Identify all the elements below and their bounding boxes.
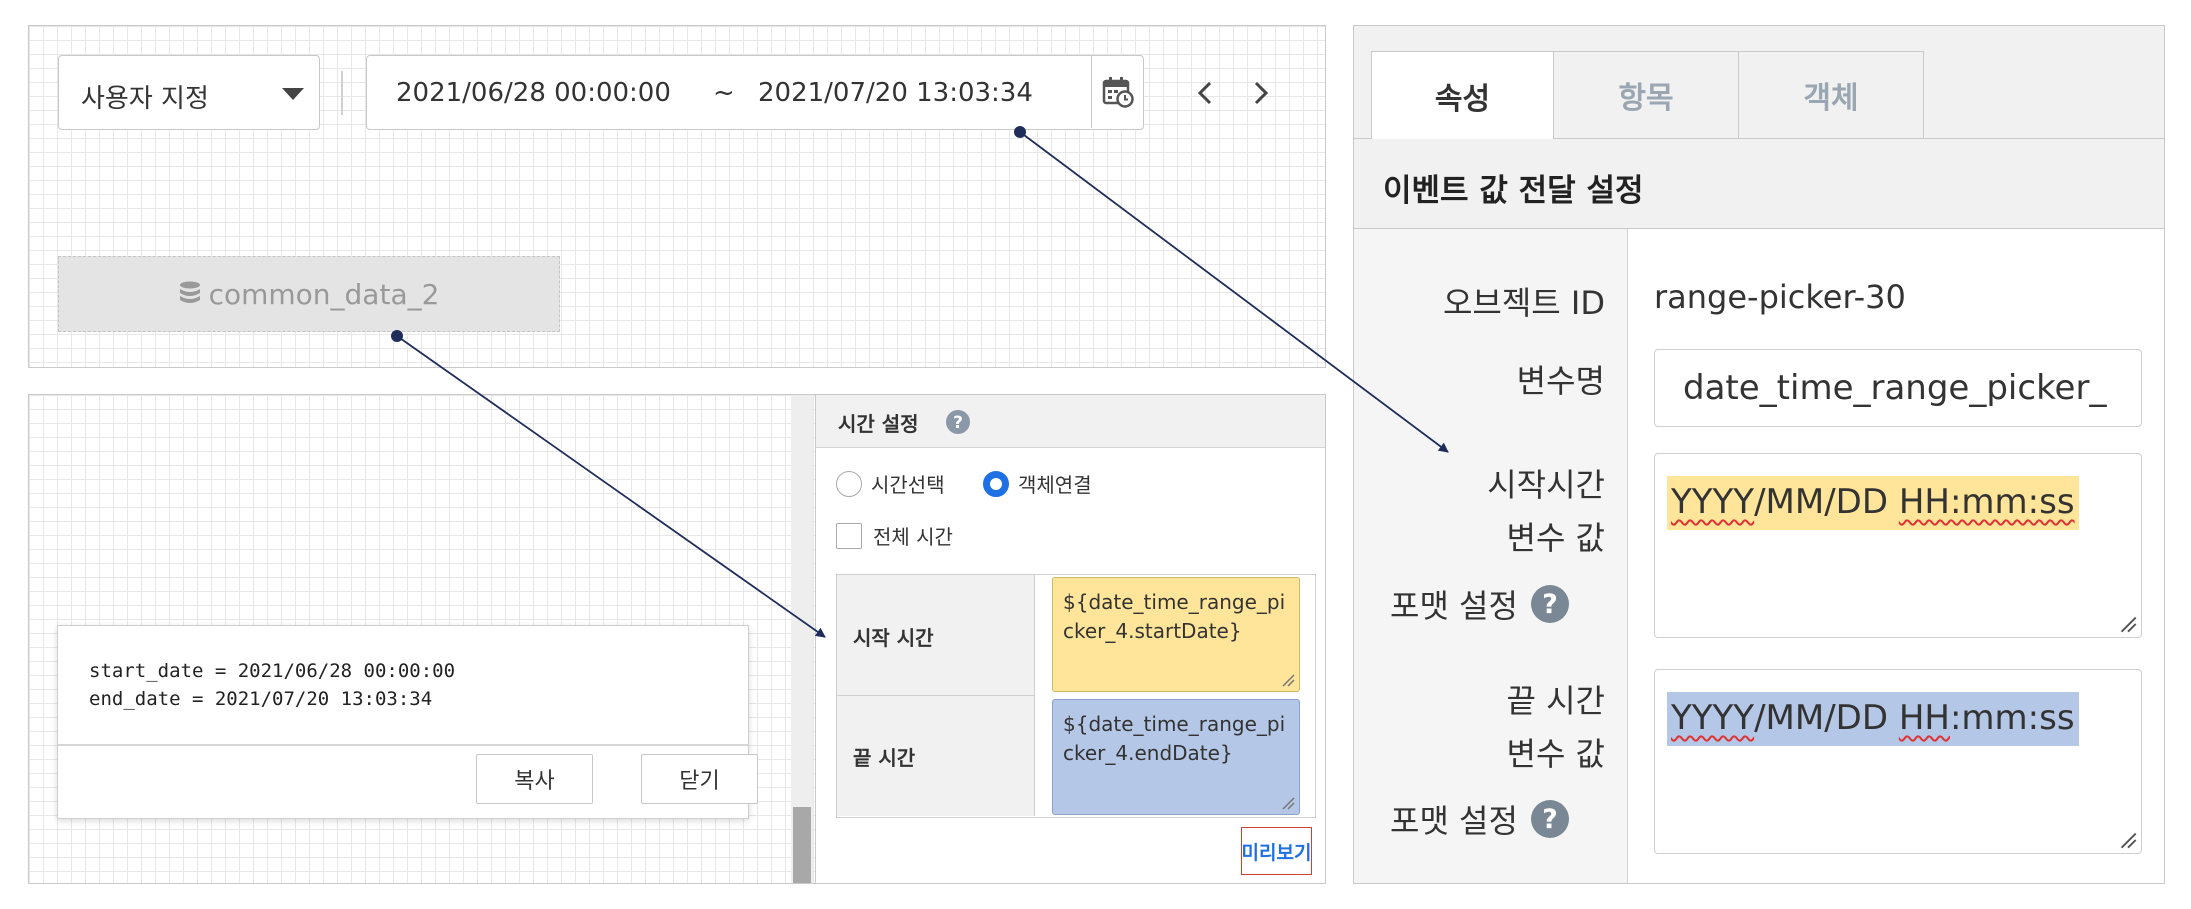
tab-items-label: 항목 bbox=[1618, 81, 1674, 116]
preview-line-end: end_date = 2021/07/20 13:03:34 bbox=[89, 688, 433, 710]
preview-output: start_date = 2021/06/28 00:00:00 end_dat… bbox=[89, 657, 455, 713]
start-time-value: ${date_time_range_picker_4.startDate} bbox=[1063, 590, 1286, 643]
properties-panel: 속성 항목 객체 이벤트 값 전달 설정 오브젝트 ID range-picke… bbox=[1353, 25, 2165, 884]
end-format-textarea[interactable]: YYYY/MM/DD HH:mm:ss bbox=[1654, 669, 2142, 854]
database-icon bbox=[179, 281, 201, 307]
toolbar-divider bbox=[341, 71, 343, 115]
tab-objects-label: 객체 bbox=[1803, 81, 1859, 116]
canvas-top: 사용자 지정 2021/06/28 00:00:00 ~ 2021/07/20 … bbox=[28, 25, 1326, 368]
data-source-node[interactable]: common_data_2 bbox=[58, 256, 560, 332]
variable-name-input[interactable]: date_time_range_picker_ bbox=[1654, 349, 2142, 427]
dialog-divider bbox=[58, 744, 748, 746]
range-start-text: 2021/06/28 00:00:00 bbox=[396, 78, 671, 108]
next-range-icon[interactable] bbox=[1253, 81, 1269, 105]
start-format-label-row: 포맷 설정 ? bbox=[1390, 581, 1570, 627]
scrollbar-thumb[interactable] bbox=[793, 807, 811, 883]
time-settings-title: 시간 설정 bbox=[838, 412, 919, 436]
preview-line-start: start_date = 2021/06/28 00:00:00 bbox=[89, 660, 456, 682]
end-time-label-cell: 끝 시간 bbox=[837, 696, 1035, 816]
data-source-label: common_data_2 bbox=[208, 277, 440, 311]
help-icon[interactable]: ? bbox=[945, 409, 971, 435]
end-time-textarea[interactable]: ${date_time_range_picker_4.endDate} bbox=[1052, 699, 1300, 815]
section-title: 이벤트 값 전달 설정 bbox=[1383, 173, 1644, 209]
help-icon[interactable]: ? bbox=[1530, 584, 1570, 624]
radio-time-select-label: 시간선택 bbox=[871, 473, 945, 497]
range-end-text: 2021/07/20 13:03:34 bbox=[758, 78, 1033, 108]
variable-name-value: date_time_range_picker_ bbox=[1683, 368, 2107, 408]
end-time-value: ${date_time_range_picker_4.endDate} bbox=[1063, 712, 1286, 765]
checkbox-icon bbox=[836, 522, 862, 549]
preview-button[interactable]: 미리보기 bbox=[1241, 827, 1312, 875]
preview-dialog: start_date = 2021/06/28 00:00:00 end_dat… bbox=[57, 625, 758, 819]
tab-properties[interactable]: 속성 bbox=[1371, 51, 1554, 140]
svg-text:?: ? bbox=[1542, 589, 1558, 620]
variable-name-label: 변수명 bbox=[1516, 362, 1605, 400]
section-header: 이벤트 값 전달 설정 bbox=[1354, 139, 2164, 229]
end-format-value: YYYY/MM/DD HH:mm:ss bbox=[1667, 692, 2079, 746]
radio-object-link[interactable]: 객체연결 bbox=[983, 469, 1092, 498]
start-format-textarea[interactable]: YYYY/MM/DD HH:mm:ss bbox=[1654, 453, 2142, 638]
all-time-label: 전체 시간 bbox=[873, 525, 953, 549]
end-time-label: 끝 시간 bbox=[853, 746, 916, 770]
start-time-label: 시작 시간 bbox=[853, 626, 934, 650]
radio-on-icon bbox=[983, 470, 1009, 497]
canvas-bottom: start_date = 2021/06/28 00:00:00 end_dat… bbox=[28, 394, 1326, 884]
time-settings-header: 시간 설정 ? bbox=[816, 395, 1325, 448]
tab-bar: 속성 항목 객체 bbox=[1354, 26, 2164, 140]
tab-objects[interactable]: 객체 bbox=[1739, 51, 1924, 139]
time-table: 시작 시간 끝 시간 ${date_time_range_picker_4.st… bbox=[836, 574, 1316, 818]
tab-properties-label: 속성 bbox=[1434, 82, 1491, 117]
radio-object-link-label: 객체연결 bbox=[1018, 473, 1092, 497]
help-icon[interactable]: ? bbox=[1530, 799, 1570, 839]
start-format-label: 포맷 설정 bbox=[1390, 587, 1518, 625]
start-var-label-2: 변수 값 bbox=[1506, 519, 1606, 557]
range-type-value: 사용자 지정 bbox=[81, 84, 209, 114]
scrollbar[interactable] bbox=[791, 395, 813, 883]
object-id-label: 오브젝트 ID bbox=[1442, 284, 1605, 322]
copy-button[interactable]: 복사 bbox=[476, 754, 593, 804]
start-format-value: YYYY/MM/DD HH:mm:ss bbox=[1667, 476, 2079, 530]
date-range-input[interactable]: 2021/06/28 00:00:00 ~ 2021/07/20 13:03:3… bbox=[366, 55, 1144, 130]
preview-button-label: 미리보기 bbox=[1241, 841, 1312, 864]
end-var-label-2: 변수 값 bbox=[1506, 735, 1606, 773]
close-button[interactable]: 닫기 bbox=[641, 754, 758, 804]
radio-time-select[interactable]: 시간선택 bbox=[836, 469, 945, 498]
all-time-checkbox[interactable]: 전체 시간 bbox=[836, 521, 953, 550]
start-time-label-cell: 시작 시간 bbox=[837, 575, 1035, 696]
resize-handle-icon[interactable] bbox=[1281, 673, 1295, 687]
end-format-label-row: 포맷 설정 ? bbox=[1390, 796, 1570, 842]
start-time-textarea[interactable]: ${date_time_range_picker_4.startDate} bbox=[1052, 577, 1300, 692]
resize-handle-icon[interactable] bbox=[1281, 796, 1295, 810]
calendar-button[interactable] bbox=[1091, 56, 1143, 128]
range-type-dropdown[interactable]: 사용자 지정 bbox=[58, 55, 320, 130]
caret-down-icon bbox=[281, 87, 305, 101]
range-separator: ~ bbox=[713, 78, 735, 108]
prev-range-icon[interactable] bbox=[1197, 81, 1213, 105]
object-id-value: range-picker-30 bbox=[1654, 278, 1906, 316]
resize-handle-icon[interactable] bbox=[2119, 615, 2137, 633]
tab-items[interactable]: 항목 bbox=[1554, 51, 1739, 139]
end-format-label: 포맷 설정 bbox=[1390, 802, 1518, 840]
radio-off-icon bbox=[836, 470, 862, 497]
end-var-label-1: 끝 시간 bbox=[1506, 682, 1606, 720]
start-var-label-1: 시작시간 bbox=[1487, 466, 1605, 504]
svg-text:?: ? bbox=[1542, 804, 1558, 835]
calendar-clock-icon bbox=[1102, 76, 1134, 108]
resize-handle-icon[interactable] bbox=[2119, 831, 2137, 849]
svg-text:?: ? bbox=[953, 413, 963, 433]
time-settings-panel: 시간 설정 ? 시간선택 객체연결 전체 시간 시작 시간 끝 시간 ${dat… bbox=[815, 395, 1325, 883]
